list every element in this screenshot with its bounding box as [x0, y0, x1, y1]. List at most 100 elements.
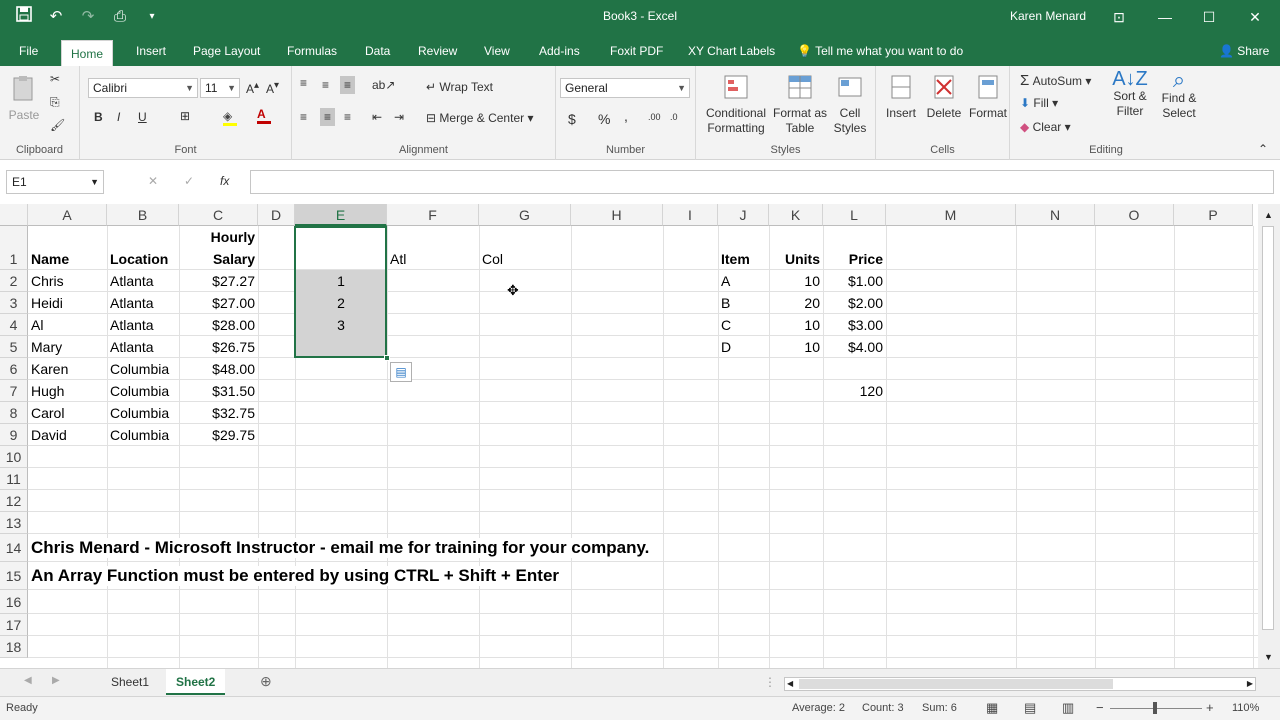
row-header-11[interactable]: 11 [0, 468, 28, 490]
row-header-12[interactable]: 12 [0, 490, 28, 512]
row-header-3[interactable]: 3 [0, 292, 28, 314]
cell-l3[interactable]: $2.00 [823, 293, 886, 313]
status-sum[interactable]: Sum: 6 [922, 702, 957, 714]
zoom-in-icon[interactable]: + [1206, 700, 1214, 715]
increase-decimal-icon[interactable]: .00 [648, 112, 661, 122]
col-header-i[interactable]: I [663, 204, 718, 226]
col-header-c[interactable]: C [179, 204, 258, 226]
fill-color-icon[interactable]: ◈ [223, 109, 237, 126]
align-top-icon[interactable]: ≡ [300, 76, 307, 90]
row-header-5[interactable]: 5 [0, 336, 28, 358]
horizontal-scrollbar[interactable]: ◀ ▶ [784, 677, 1256, 691]
cell-e2[interactable]: 1 [295, 271, 387, 291]
cell-f1[interactable]: Atl [387, 249, 479, 269]
cell-b4[interactable]: Atlanta [107, 315, 179, 335]
tab-insert[interactable]: Insert [127, 36, 175, 66]
scroll-up-icon[interactable]: ▲ [1264, 210, 1273, 220]
decrease-indent-icon[interactable]: ⇤ [372, 110, 382, 124]
quick-analysis-icon[interactable]: ▤ [390, 362, 412, 382]
align-left-icon[interactable]: ≡ [300, 110, 307, 124]
row-header-15[interactable]: 15 [0, 562, 28, 590]
cell-b5[interactable]: Atlanta [107, 337, 179, 357]
cell-b9[interactable]: Columbia [107, 425, 179, 445]
insert-function-icon[interactable]: fx [220, 174, 229, 188]
cell-b1[interactable]: Location [107, 249, 179, 269]
row-header-16[interactable]: 16 [0, 590, 28, 614]
cell-l7[interactable]: 120 [823, 381, 886, 401]
align-center-icon[interactable]: ≡ [320, 108, 336, 126]
cell-l4[interactable]: $3.00 [823, 315, 886, 335]
cell-e3[interactable]: 2 [295, 293, 387, 313]
row-header-13[interactable]: 13 [0, 512, 28, 534]
italic-button[interactable]: I [117, 110, 120, 124]
normal-view-icon[interactable]: ▦ [986, 700, 998, 716]
insert-cells-button[interactable]: Insert [880, 72, 922, 121]
cell-j3[interactable]: B [718, 293, 769, 313]
share-button[interactable]: 👤 Share [1210, 36, 1278, 66]
font-name-select[interactable]: Calibri ▼ [88, 78, 198, 98]
cell-b2[interactable]: Atlanta [107, 271, 179, 291]
formula-input[interactable] [250, 170, 1274, 194]
row-header-10[interactable]: 10 [0, 446, 28, 468]
cell-a4[interactable]: Al [28, 315, 107, 335]
cell-c6[interactable]: $48.00 [179, 359, 258, 379]
scroll-left-icon[interactable]: ◀ [787, 678, 793, 690]
decrease-decimal-icon[interactable]: .0 [670, 112, 678, 122]
orientation-icon[interactable]: ab↗ [372, 78, 395, 92]
user-name[interactable]: Karen Menard [1010, 9, 1086, 23]
col-header-m[interactable]: M [886, 204, 1016, 226]
cell-c7[interactable]: $31.50 [179, 381, 258, 401]
paste-button[interactable]: Paste [4, 74, 44, 123]
tab-home[interactable]: Home [61, 40, 114, 66]
page-break-view-icon[interactable]: ▥ [1062, 700, 1074, 716]
cell-j5[interactable]: D [718, 337, 769, 357]
tell-me-search[interactable]: 💡 Tell me what you want to do [788, 36, 972, 66]
delete-cells-button[interactable]: Delete [922, 72, 966, 121]
cell-styles-button[interactable]: Cell Styles [828, 72, 872, 136]
cell-j2[interactable]: A [718, 271, 769, 291]
zoom-out-icon[interactable]: − [1096, 700, 1104, 715]
cell-k1[interactable]: Units [769, 249, 823, 269]
col-header-j[interactable]: J [718, 204, 769, 226]
minimize-icon[interactable]: — [1150, 4, 1180, 30]
cell-c3[interactable]: $27.00 [179, 293, 258, 313]
col-header-e[interactable]: E [295, 204, 387, 226]
page-layout-view-icon[interactable]: ▤ [1024, 700, 1036, 716]
row-header-8[interactable]: 8 [0, 402, 28, 424]
tab-view[interactable]: View [475, 36, 519, 66]
cell-c8[interactable]: $32.75 [179, 403, 258, 423]
cell-j4[interactable]: C [718, 315, 769, 335]
cell-b7[interactable]: Columbia [107, 381, 179, 401]
scroll-down-icon[interactable]: ▼ [1264, 652, 1273, 662]
col-header-h[interactable]: H [571, 204, 663, 226]
format-as-table-button[interactable]: Format as Table [772, 72, 828, 136]
align-right-icon[interactable]: ≡ [344, 110, 351, 124]
cell-a2[interactable]: Chris [28, 271, 107, 291]
new-sheet-icon[interactable]: ⊕ [260, 673, 272, 690]
font-size-select[interactable]: 11 ▼ [200, 78, 240, 98]
currency-button[interactable]: $ [568, 111, 576, 127]
grow-font-icon[interactable]: A▴ [246, 80, 259, 96]
cell-a9[interactable]: David [28, 425, 107, 445]
cell-g1[interactable]: Col [479, 249, 571, 269]
format-cells-button[interactable]: Format [966, 72, 1010, 121]
cell-k2[interactable]: 10 [769, 271, 823, 291]
cell-a15[interactable]: An Array Function must be entered by usi… [31, 566, 560, 586]
row-header-6[interactable]: 6 [0, 358, 28, 380]
cell-c5[interactable]: $26.75 [179, 337, 258, 357]
row-header-2[interactable]: 2 [0, 270, 28, 292]
fill-button[interactable]: ⬇ Fill ▾ [1020, 96, 1058, 110]
tab-foxit-pdf[interactable]: Foxit PDF [601, 36, 672, 66]
cell-a6[interactable]: Karen [28, 359, 107, 379]
conditional-formatting-button[interactable]: Conditional Formatting [700, 72, 772, 136]
close-icon[interactable]: ✕ [1240, 4, 1270, 30]
enter-icon[interactable]: ✓ [184, 174, 194, 188]
col-header-p[interactable]: P [1174, 204, 1253, 226]
cell-e4[interactable]: 3 [295, 315, 387, 335]
cell-a3[interactable]: Heidi [28, 293, 107, 313]
cut-icon[interactable]: ✂ [50, 72, 60, 86]
row-header-9[interactable]: 9 [0, 424, 28, 446]
borders-icon[interactable]: ⊞ [180, 109, 190, 123]
col-header-l[interactable]: L [823, 204, 886, 226]
col-header-d[interactable]: D [258, 204, 295, 226]
